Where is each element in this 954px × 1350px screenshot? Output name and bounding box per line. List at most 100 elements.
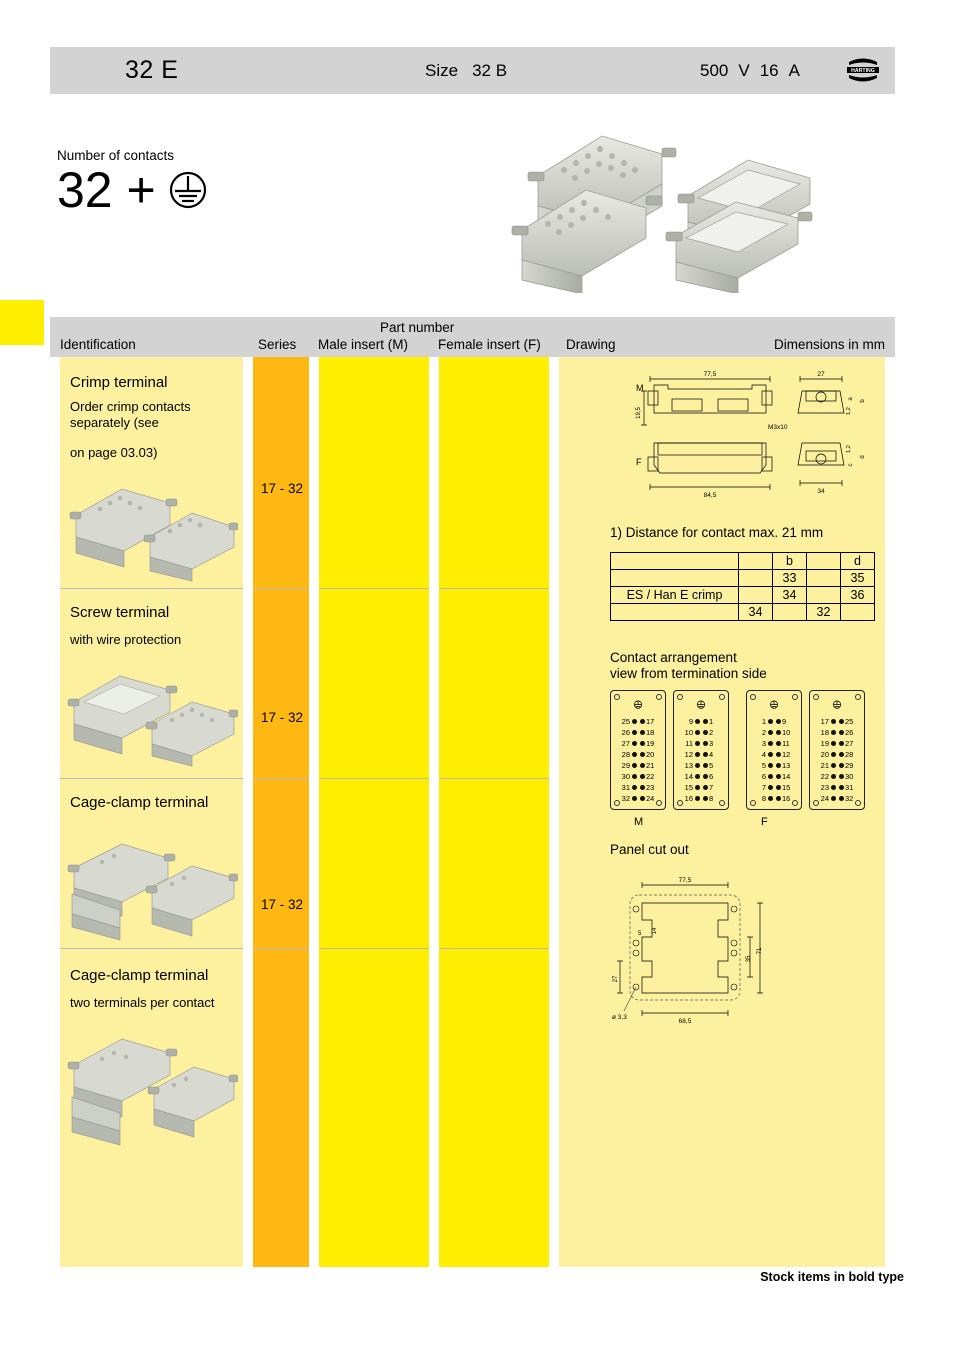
contact-dot [631,785,637,790]
contact-number: 29 [845,761,854,770]
row-photo-cage-clamp-two [66,1025,239,1155]
dim-table-cell: b [772,552,807,570]
contact-number: 28 [845,750,854,759]
contact-number: 11 [685,739,693,748]
contact-dot [639,752,645,757]
contact-number: 4 [709,750,714,759]
row-separator [439,588,549,589]
number-of-contacts-label: Number of contacts [57,148,175,163]
contact-number: 8 [709,794,714,803]
contact-number: 4 [761,750,766,759]
dim-table-cell: 33 [772,569,807,587]
contact-number: 22 [820,772,829,781]
dim-table-row: 34 32 [610,603,875,621]
dim-table-cell [806,552,841,570]
dim-width-bottom: 84,5 [704,492,717,499]
row-title-cage-clamp: Cage-clamp terminal [70,794,209,811]
contact-pin-row: 15 7 [674,782,728,793]
contact-number: 17 [646,717,655,726]
contact-number: 26 [845,728,854,737]
product-table: Part number Identification Series Male i… [50,317,895,1267]
contact-dot [639,785,645,790]
letter-c: c [848,464,854,467]
contact-arrangement-block: 1 9 2 10 3 11 4 12 5 13 6 14 7 15 8 16 [746,690,802,810]
header-rating: 500 V 16 A [700,61,810,81]
header-code: 32 E [125,56,179,84]
svg-text:HARTING: HARTING [851,68,875,74]
contact-pin-row: 24 32 [810,793,864,804]
contact-number: 22 [646,772,655,781]
contact-pin-rows: 17 25 18 26 19 27 20 28 21 29 22 30 23 31 24 32 [810,716,864,804]
contact-pin-row: 25 17 [611,716,665,727]
dim-height-left: 19,5 [636,407,642,419]
contact-pin-row: 2 10 [747,727,801,738]
contact-pin-rows: 1 9 2 10 3 11 4 12 5 13 6 14 7 15 8 16 [747,716,801,804]
contact-dot [694,741,700,746]
contact-pin-row: 19 [747,716,801,727]
dim-table-cell [610,569,739,587]
contact-number: 2 [709,728,714,737]
contact-pin-row: 22 30 [810,771,864,782]
contact-dot [838,774,844,779]
row-title-crimp-terminal: Crimp terminal [70,374,168,391]
table-header-dimensions: Dimensions in mm [773,337,885,352]
thread-label: M3x10 [768,424,788,431]
contact-dot [775,730,781,735]
dim-width-top: 77,5 [704,371,717,378]
contact-number: 27 [845,739,854,748]
contact-number: 30 [621,772,630,781]
panel-dim-bottom: 68,5 [679,1018,692,1025]
contact-arrangement-title: Contact arrangement view from terminatio… [610,650,767,682]
contact-pin-row: 16 8 [674,793,728,804]
contact-dot [639,719,645,724]
row-subtext-crimp-2: on page 03.03) [70,445,158,460]
column-female-insert[interactable] [439,357,549,1267]
dim-table-cell: 34 [772,586,807,604]
contact-arrangement-block: 17 25 18 26 19 27 20 28 21 29 22 30 23 31 24 32 [809,690,865,810]
contact-pin-rows: 25 17 26 18 27 19 28 20 29 21 30 22 31 23 32 24 [611,716,665,804]
column-male-insert[interactable] [319,357,429,1267]
dimension-value-table: b d 33 35 ES / Han E crimp 34 36 34 32 [610,552,875,621]
contact-dot [830,785,836,790]
contact-pin-row: 21 29 [810,760,864,771]
contact-dot [639,730,645,735]
dim-table-cell [738,569,773,587]
contact-dot [702,719,708,724]
contact-number: 19 [820,739,829,748]
contact-dot [838,796,844,801]
letter-d: d [860,455,866,458]
contact-pin-row: 17 25 [810,716,864,727]
contact-dot [631,774,637,779]
dim-table-cell: 35 [840,569,875,587]
insert-dimension-drawing: 77,5 M 19,5 F 84,5 27 a b 1,2 M3x10 1,2 … [636,371,866,499]
contact-number: 17 [820,717,829,726]
number-of-contacts-value-group: 32 + [57,165,208,215]
contact-pin-row: 29 21 [611,760,665,771]
row-title-cage-clamp-two: Cage-clamp terminal [70,967,209,984]
contact-dot [694,730,700,735]
contact-dot [775,741,781,746]
contact-pin-row: 5 13 [747,760,801,771]
header-voltage-value: 500 [700,60,729,80]
protective-earth-icon [696,700,706,709]
cage-clamp-terminal-photo [67,843,239,941]
contact-number: 23 [820,783,829,792]
contact-number: 18 [646,728,655,737]
row-separator [439,948,549,949]
row-subtext-cage-clamp-two: two terminals per contact [70,995,215,1010]
contact-number: 24 [646,794,655,803]
contact-dot [639,796,645,801]
contact-dot [830,719,836,724]
contact-pin-row: 4 12 [747,749,801,760]
mounting-screw-icon [614,694,620,700]
contact-dot [775,763,781,768]
table-header-female-insert: Female insert (F) [438,337,541,352]
dim-table-cell: 32 [806,603,841,621]
contact-number: 5 [709,761,714,770]
contact-dot [702,730,708,735]
dim-table-cell: 34 [738,603,773,621]
contact-number: 7 [761,783,766,792]
contact-dot [767,719,773,724]
contact-number: 8 [761,794,766,803]
contact-dot [631,719,637,724]
